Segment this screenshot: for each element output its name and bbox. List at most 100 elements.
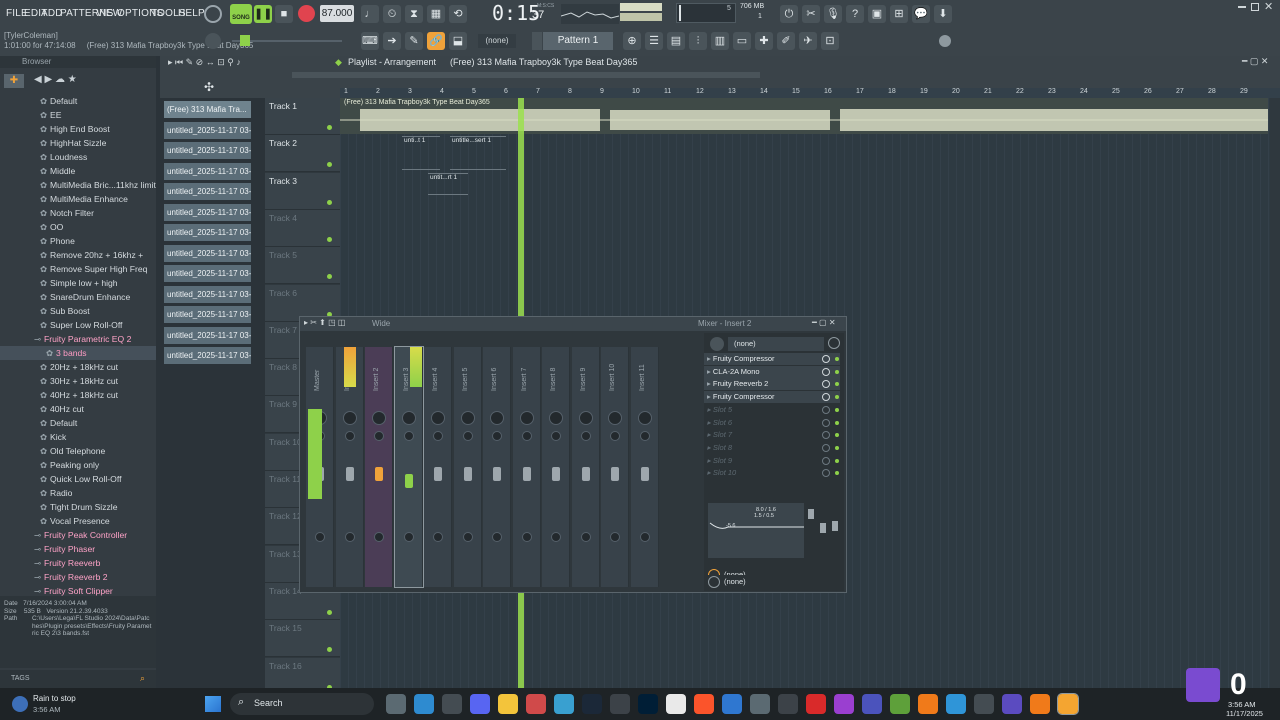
send-knob[interactable] <box>580 532 591 542</box>
maximize-icon[interactable] <box>1251 3 1259 11</box>
master-volume-knob[interactable] <box>205 33 221 49</box>
browser-preset[interactable]: ✿ HighHat Sizzle <box>0 136 156 150</box>
pause-icon[interactable]: ❚❚ <box>254 5 272 23</box>
fx-enable-led[interactable] <box>835 471 839 476</box>
pan-knob[interactable] <box>372 411 386 425</box>
volume-fader[interactable] <box>611 467 619 481</box>
playlist-icon[interactable]: ☰ <box>645 32 663 50</box>
wait-icon[interactable]: ⏲ <box>383 5 401 23</box>
add-pattern-icon[interactable]: ⊕ <box>623 32 641 50</box>
output-icon[interactable] <box>708 576 720 588</box>
steam-icon[interactable] <box>582 694 602 714</box>
send-knob[interactable] <box>344 532 355 542</box>
mixer-tools-icon[interactable]: ▸ ✂ ⬆ ◳ ◫ <box>304 318 345 327</box>
tags-search-icon[interactable]: ⌕ <box>140 673 145 684</box>
browser-preset[interactable]: ✿ Middle <box>0 164 156 178</box>
app-icon-11[interactable] <box>946 694 966 714</box>
volume-fader[interactable] <box>434 467 442 481</box>
track-mute-led[interactable] <box>327 199 332 205</box>
playlist-scrollbar[interactable] <box>292 72 760 78</box>
tuner-icon[interactable]: ✂ <box>802 5 820 23</box>
stop-icon[interactable]: ■ <box>275 5 293 23</box>
timeline-ruler[interactable]: 1 2 3 4 5 6 7 8 9 10 11 12 13 14 15 16 17 18 19 20 21 22 23 24 2… <box>340 88 1280 98</box>
app-icon-10[interactable] <box>918 694 938 714</box>
app-icon-1[interactable] <box>442 694 462 714</box>
stereo-knob[interactable] <box>610 431 620 441</box>
mixer-channel[interactable]: Insert 2 <box>365 347 393 587</box>
browser-plugin-folder[interactable]: ⊸ Fruity Reeverb <box>0 556 156 570</box>
stereo-knob[interactable] <box>580 431 591 441</box>
fx-slot[interactable]: ▸ Fruity Compressor <box>704 353 840 365</box>
browser-preset[interactable]: ✿ Loudness <box>0 150 156 164</box>
mixer-channel[interactable]: Insert 4 <box>424 347 452 587</box>
fx-enable-led[interactable] <box>835 458 839 463</box>
mixer-channel[interactable]: Insert 8 <box>542 347 570 587</box>
send-knob[interactable] <box>521 532 532 542</box>
pattern-item[interactable]: untitled_2025-11-17 03-... <box>164 326 251 344</box>
snap-select[interactable]: (none) <box>478 34 516 48</box>
browser-plugin-folder[interactable]: ⊸ Fruity Peak Controller <box>0 528 156 542</box>
tempo-tapper-icon[interactable]: ✈ <box>799 32 817 50</box>
channel-rack-icon[interactable]: ▤ <box>667 32 685 50</box>
chat-icon[interactable]: 💬 <box>912 5 930 23</box>
browser-preset[interactable]: ✿ OO <box>0 220 156 234</box>
discord-icon[interactable] <box>470 694 490 714</box>
chrome-icon[interactable] <box>666 694 686 714</box>
browser-add-icon[interactable]: ✚ <box>4 74 24 88</box>
track-mute-led[interactable] <box>327 236 332 242</box>
input-icon[interactable] <box>710 337 724 351</box>
track-header[interactable]: Track 5 <box>265 247 340 285</box>
send-knob[interactable] <box>551 532 561 542</box>
track-mute-led[interactable] <box>327 647 332 653</box>
tags-bar[interactable]: TAGS ⌕ <box>0 670 156 688</box>
track-mute-led[interactable] <box>327 162 332 168</box>
volume-fader[interactable] <box>640 467 649 481</box>
mixer-mode[interactable]: Wide <box>372 319 390 328</box>
fx-mix-knob[interactable] <box>822 355 830 363</box>
microphone-icon[interactable]: 🎙 <box>824 5 842 23</box>
brush-icon[interactable]: ✐ <box>777 32 795 50</box>
mixer-titlebar[interactable]: ▸ ✂ ⬆ ◳ ◫ Wide Mixer - Insert 2 ━ ▢ ✕ <box>300 317 846 331</box>
browser-preset[interactable]: ✿ MultiMedia Bric...11khz limit <box>0 178 156 192</box>
help-icon[interactable]: ? <box>846 5 864 23</box>
pan-knob[interactable] <box>490 411 504 425</box>
stereo-knob[interactable] <box>403 431 414 441</box>
brave-icon[interactable] <box>694 694 714 714</box>
track-header[interactable]: Track 3 <box>265 172 340 210</box>
plugin-picker-icon[interactable]: ✚ <box>755 32 773 50</box>
pattern-item[interactable]: untitled_2025-11-17 03-... <box>164 203 251 221</box>
tempo-display[interactable]: 87.000 <box>320 5 354 22</box>
pattern-item[interactable]: untitled_2025-11-17 03-... <box>164 265 251 282</box>
playlist-nav-icon[interactable]: ▸ ⏮ ✎ ⊘ ↔ ⊡ ⚲ ♪ <box>168 57 241 68</box>
send-knob[interactable] <box>492 532 502 542</box>
touch-keyboard-icon[interactable]: ⊡ <box>821 32 839 50</box>
app-icon-9[interactable] <box>890 694 910 714</box>
browser-preset-selected[interactable]: ✿ 3 bands <box>0 346 156 360</box>
teams-icon[interactable] <box>862 694 882 714</box>
fx-slot-empty[interactable]: ▸ Slot 10 <box>704 467 840 479</box>
fx-enable-led[interactable] <box>835 395 839 400</box>
pattern-item[interactable]: (Free) 313 Mafia Tra... <box>164 101 251 118</box>
track-mute-led[interactable] <box>327 125 332 130</box>
task-view-icon[interactable] <box>386 694 406 714</box>
pattern-clip-a[interactable]: unti..t 1 <box>402 136 440 170</box>
globe-icon[interactable] <box>939 35 951 47</box>
cpu-panic-icon[interactable]: ⏻ <box>780 5 798 23</box>
fx-slot-empty[interactable]: ▸ Slot 8 <box>704 442 840 454</box>
app-icon-4[interactable] <box>610 694 630 714</box>
record-button-icon[interactable] <box>298 5 315 22</box>
stereo-knob[interactable] <box>462 431 473 441</box>
browser-preset[interactable]: ✿ Sub Boost <box>0 304 156 318</box>
playlist-window-controls[interactable]: ━ ▢ ✕ <box>1242 56 1268 67</box>
volume-fader[interactable] <box>581 467 590 481</box>
track-header[interactable]: Track 2 <box>265 135 340 173</box>
track-mute-led[interactable] <box>327 274 332 280</box>
download-icon[interactable]: ⬇ <box>934 5 952 23</box>
fx-slot-empty[interactable]: ▸ Slot 5 <box>704 404 840 416</box>
browser-preset[interactable]: ✿ 30Hz + 18kHz cut <box>0 374 156 388</box>
browser-preset[interactable]: ✿ 40Hz cut <box>0 402 156 416</box>
fx-enable-led[interactable] <box>835 382 839 387</box>
mixer-channel[interactable]: Insert 9 <box>571 347 600 587</box>
browser-preset[interactable]: ✿ SnareDrum Enhance <box>0 290 156 304</box>
arrow-icon[interactable]: ➔ <box>383 32 401 50</box>
